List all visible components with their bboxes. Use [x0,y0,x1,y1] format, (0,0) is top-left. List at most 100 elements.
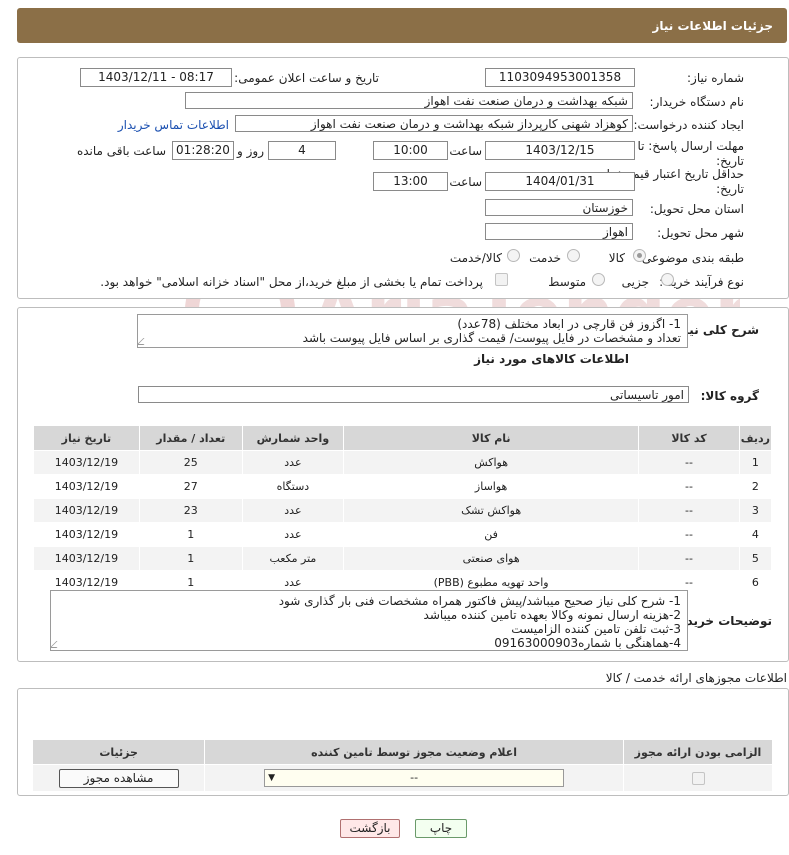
cell-row: 5 [738,546,773,571]
cell-code: -- [638,546,740,571]
category-goods-service-label: کالا/خدمت [449,251,502,265]
page-header: جزئیات اطلاعات نیاز [17,8,787,43]
col-unit: واحد شمارش [241,425,345,451]
permit-status-value: -- [410,771,419,784]
province-label: استان محل تحویل: [649,202,744,216]
back-button[interactable]: بازگشت [340,819,400,838]
price-validity-time-label: ساعت [449,175,482,189]
purchase-medium-label: متوسط [548,275,586,289]
buyer-note-line: 4-هماهنگی با شماره09163000903 [494,636,681,650]
col-permit-status: اعلام وضعیت مجوز توسط تامین کننده [204,739,624,765]
cell-row: 4 [738,522,773,547]
col-permit-details: جزئیات [31,739,206,765]
city-field: اهواز [485,223,633,240]
buyer-notes-field: 1- شرح کلی نیاز صحیح میباشد/پیش فاکتور ه… [50,590,688,651]
cell-qty: 23 [138,498,243,523]
permit-details-cell: مشاهده مجوز [31,764,206,792]
cell-date: 1403/12/19 [33,522,140,547]
cell-unit: عدد [241,450,345,475]
table-row: 1 -- هواکش عدد 25 1403/12/19 [33,450,773,475]
price-validity-date: 1404/01/31 [485,172,635,191]
cell-row: 1 [738,450,773,475]
permits-table: الزامی بودن ارائه مجوز اعلام وضعیت مجوز … [31,739,773,792]
goods-section-title: اطلاعات کالاهای مورد نیاز [474,352,629,366]
col-permit-required: الزامی بودن ارائه مجوز [623,739,773,765]
province-field: خوزستان [485,199,633,216]
cell-date: 1403/12/19 [33,474,140,499]
reply-days-field: 4 [268,141,336,160]
goods-group-label: گروه کالا: [700,389,759,403]
cell-code: -- [638,522,740,547]
announce-datetime-label: تاریخ و ساعت اعلان عمومی: [234,71,379,85]
buyer-note-line: 3-ثبت تلفن تامین کننده الزامیست [511,622,681,636]
cell-qty: 25 [138,450,243,475]
buyer-note-line: 1- شرح کلی نیاز صحیح میباشد/پیش فاکتور ه… [278,594,681,608]
table-row: -- ▼ مشاهده مجوز [31,764,773,792]
general-description-field: 1- اگزوز فن قارچی در ابعاد مختلف (78عدد)… [137,314,688,348]
goods-table: ردیف کد کالا نام کالا واحد شمارش تعداد /… [33,425,773,595]
category-goods-service-radio[interactable] [507,249,520,262]
need-number-label: شماره نیاز: [687,71,744,85]
cell-unit: دستگاه [241,474,345,499]
cell-row: 6 [738,570,773,595]
cell-code: -- [638,498,740,523]
cell-unit: عدد [241,522,345,547]
col-qty: تعداد / مقدار [138,425,243,451]
chevron-down-icon: ▼ [268,773,276,783]
print-button[interactable]: چاپ [415,819,467,838]
city-label: شهر محل تحویل: [657,226,744,240]
category-label: طبقه بندی موضوعی: [637,251,744,265]
reply-deadline-date: 1403/12/15 [485,141,635,160]
buyer-note-line: 2-هزینه ارسال نمونه وکالا بعهده تامین کن… [423,608,681,622]
category-goods-label: کالا [608,251,625,265]
cell-date: 1403/12/19 [33,450,140,475]
table-row: 3 -- هواکش تشک عدد 23 1403/12/19 [33,498,773,523]
purchase-minor-radio[interactable] [661,273,674,286]
cell-unit: عدد [241,498,345,523]
permit-status-select[interactable]: -- ▼ [264,769,565,787]
goods-group-field: امور تاسیساتی [138,386,689,403]
buyer-org-label: نام دستگاه خریدار: [649,95,745,109]
need-number-field: 1103094953001358 [485,68,635,87]
cell-qty: 1 [138,546,243,571]
cell-date: 1403/12/19 [33,546,140,571]
remaining-time-field: 01:28:20 [172,141,234,160]
cell-name: هواکش [343,450,640,475]
permit-required-checkbox [691,771,705,785]
col-code: کد کالا [638,425,740,451]
requester-field: کوهزاد شهنی کارپرداز شبکه بهداشت و درمان… [235,115,633,132]
remaining-time-label: ساعت باقی مانده [76,144,166,158]
category-goods-radio[interactable] [633,249,646,262]
goods-table-header: ردیف کد کالا نام کالا واحد شمارش تعداد /… [33,425,773,451]
cell-name: هواساز [343,474,640,499]
page-title: جزئیات اطلاعات نیاز [652,19,773,33]
reply-deadline-time: 10:00 [373,141,448,160]
col-name: نام کالا [343,425,640,451]
cell-name: هوای صنعتی [343,546,640,571]
general-description-line1: 1- اگزوز فن قارچی در ابعاد مختلف (78عدد) [457,317,681,331]
general-description-line2: تعداد و مشخصات در فایل پیوست/ قیمت گذاری… [302,331,681,345]
cell-code: -- [638,450,740,475]
cell-name: فن [343,522,640,547]
treasury-payment-checkbox[interactable] [495,273,508,286]
announce-datetime-field: 1403/12/11 - 08:17 [80,68,232,87]
reply-deadline-label: مهلت ارسال پاسخ: تا تاریخ: [637,139,744,168]
permit-required-cell [623,764,773,792]
permit-status-cell: -- ▼ [204,764,624,792]
table-row: 5 -- هوای صنعتی متر مکعب 1 1403/12/19 [33,546,773,571]
requester-label: ایجاد کننده درخواست: [633,118,744,132]
cell-row: 3 [738,498,773,523]
category-service-radio[interactable] [567,249,580,262]
buyer-contact-link[interactable]: اطلاعات تماس خریدار [118,118,229,132]
col-row: ردیف [738,425,773,451]
purchase-minor-label: جزیی [621,275,649,289]
view-permit-button[interactable]: مشاهده مجوز [58,768,179,788]
buyer-org-field: شبکه بهداشت و درمان صنعت نفت اهواز [185,92,633,109]
purchase-medium-radio[interactable] [592,273,605,286]
permits-section-title: اطلاعات مجوزهای ارائه خدمت / کالا [605,671,787,685]
cell-date: 1403/12/19 [33,498,140,523]
category-service-label: خدمت [529,251,561,265]
price-validity-time: 13:00 [373,172,448,191]
cell-unit: متر مکعب [241,546,345,571]
treasury-payment-note: پرداخت تمام یا بخشی از مبلغ خرید،از محل … [100,275,483,289]
